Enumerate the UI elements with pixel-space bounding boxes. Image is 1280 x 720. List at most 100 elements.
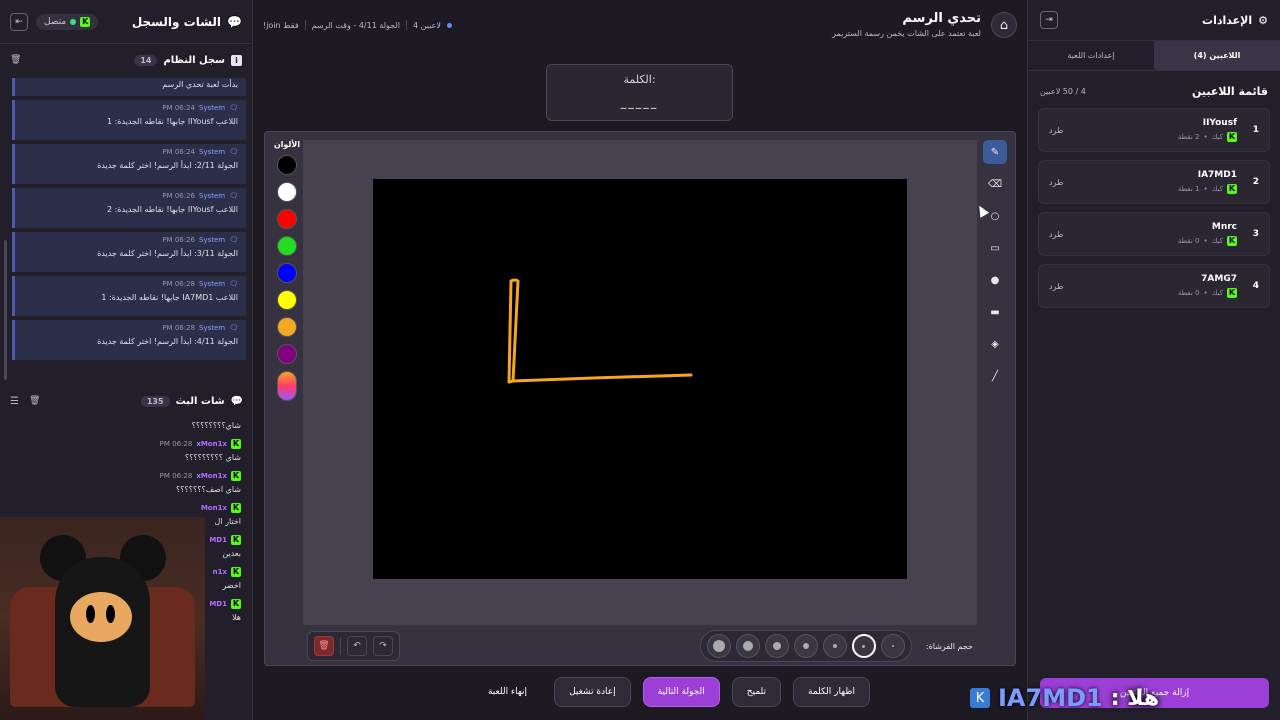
end-game-button[interactable]: إنهاء اللعبة [473, 677, 542, 707]
brush-size-5[interactable] [764, 634, 789, 658]
fill-bucket-icon[interactable]: ◈ [983, 332, 1007, 356]
brush-size-4[interactable] [793, 634, 818, 658]
brush-size-2[interactable] [851, 634, 876, 658]
game-title-block: تحدي الرسم لعبة تعتمد على الشات يخمن رسم… [832, 11, 981, 38]
player-row: 4 7AMG7 K كيك • 0 نقطة طرد [1038, 264, 1270, 308]
player-rank: 3 [1252, 229, 1259, 239]
log-user: System [199, 236, 226, 244]
players-list-count: 4 / 50 لاعبين [1040, 87, 1086, 96]
drawing-canvas[interactable] [373, 179, 907, 579]
player-name: 7AMG7 [1201, 274, 1237, 284]
brush-size-1[interactable] [880, 634, 905, 658]
color-swatch-3[interactable] [277, 209, 297, 229]
player-name: IA7MD1 [1197, 170, 1237, 180]
kick-player-button[interactable]: طرد [1049, 178, 1063, 187]
color-swatch-5[interactable] [277, 263, 297, 283]
system-log-title: سجل النظام [163, 54, 225, 66]
info-icon: i [231, 54, 242, 66]
chat-user[interactable]: xMon1x [196, 472, 227, 480]
list-item: 🗨 System 06:28 PM الجولة 4/11: ابدأ الرسم!… [12, 320, 246, 360]
trash-icon[interactable]: 🗑 [10, 55, 21, 65]
settings-tabs: اللاعبين (4) إعدادات اللعبة [1028, 41, 1280, 71]
stream-chat-header: 💬 شات البث 135 ☰ 🗑 [0, 385, 252, 417]
color-swatch-6[interactable] [277, 290, 297, 310]
kick-logo-icon: K [1227, 288, 1237, 298]
status-dot-icon [446, 22, 452, 28]
player-platform: كيك [1211, 133, 1223, 141]
log-text: الجولة 3/11: ابدأ الرسم! اختر كلمة جديدة [97, 249, 238, 258]
chat-user[interactable]: MD1 [209, 536, 227, 544]
restart-button[interactable]: إعادة تشغيل [554, 677, 631, 707]
log-user: System [199, 280, 226, 288]
color-swatch-7[interactable] [277, 317, 297, 337]
list-item: KxMon1x 06:28 PM شاي اصف؟؟؟؟؟؟؟ [0, 468, 252, 500]
kick-logo-icon: K [1227, 236, 1237, 246]
home-icon[interactable]: ⌂ [991, 12, 1017, 38]
brush-size-3[interactable] [822, 634, 847, 658]
chat-bubble-icon: 💬 [230, 395, 243, 407]
kick-player-button[interactable]: طرد [1049, 126, 1063, 135]
palette-title: الألوان [273, 140, 301, 149]
line-icon[interactable]: ╱ [983, 364, 1007, 388]
kick-player-button[interactable]: طرد [1049, 282, 1063, 291]
join-hint: !join فقط [263, 20, 299, 30]
player-points: 1 نقطة [1177, 185, 1200, 193]
word-blank: _____ [620, 96, 659, 109]
log-scrollbar[interactable] [4, 240, 7, 380]
overlay-handle: IA7MD1 [998, 684, 1103, 712]
eraser-icon[interactable]: ⌫ [983, 172, 1007, 196]
brush-size-7[interactable] [706, 634, 731, 658]
rectangle-filled-icon[interactable]: ▬ [983, 300, 1007, 324]
color-swatch-8[interactable] [277, 344, 297, 364]
webcam-face [70, 592, 132, 642]
chat-panel-header: 💬 الشات والسجل ⇤ متصل K [0, 0, 252, 44]
chat-user[interactable]: n1x [213, 568, 227, 576]
round-info: !join فقط الجولة 4/11 - وقت الرسم 4 لاعب… [263, 20, 452, 30]
brush-sizes [699, 630, 912, 662]
brush-size-6[interactable] [735, 634, 760, 658]
rectangle-outline-icon[interactable]: ▭ [983, 236, 1007, 260]
tab-game-settings[interactable]: إعدادات اللعبة [1028, 41, 1154, 70]
settings-header: ⚙ الإعدادات ⇥ [1028, 0, 1280, 41]
player-points: 2 نقطة [1177, 133, 1200, 141]
stream-chat-count: 135 [140, 395, 170, 407]
stream-chat-title: شات البث [175, 395, 225, 407]
color-swatch-1[interactable] [277, 155, 297, 175]
align-icon[interactable]: ☰ [10, 396, 19, 407]
chat-log-panel: 💬 الشات والسجل ⇤ متصل K i سجل النظام 14 … [0, 0, 253, 720]
player-points: 0 نقطة [1177, 289, 1200, 297]
color-swatch-2[interactable] [277, 182, 297, 202]
collapse-left-panel-icon[interactable]: ⇤ [10, 12, 28, 31]
collapse-right-panel-icon[interactable]: ⇥ [1040, 11, 1058, 29]
chat-bubble-icon: 💬 [227, 14, 242, 29]
next-round-button[interactable]: الجولة التالية [642, 677, 720, 707]
tab-players[interactable]: اللاعبين (4) [1154, 41, 1280, 70]
game-actions: اظهار الكلمة تلميح الجولة التالية إعادة … [420, 677, 870, 707]
custom-color-picker[interactable] [277, 371, 297, 401]
chat-user[interactable]: MD1 [209, 600, 227, 608]
log-user: System [199, 324, 226, 332]
word-box: الكلمة: _____ [546, 64, 733, 121]
pencil-icon[interactable]: ✎ [983, 140, 1007, 164]
list-item: KxMon1x 06:28 PM شاي ؟؟؟؟؟؟؟؟؟ [0, 436, 252, 468]
circle-filled-icon[interactable]: ● [983, 268, 1007, 292]
undo-icon[interactable]: ↶ [347, 636, 367, 656]
hint-button[interactable]: تلميح [731, 677, 782, 707]
word-label: الكلمة: [623, 73, 656, 86]
player-row: 2 IA7MD1 K كيك • 1 نقطة طرد [1038, 160, 1270, 204]
redo-icon[interactable]: ↷ [373, 636, 393, 656]
speaker-icon: 🗨 [229, 324, 238, 332]
color-swatch-4[interactable] [277, 236, 297, 256]
trash-icon[interactable]: 🗑 [29, 396, 40, 407]
reveal-word-button[interactable]: اظهار الكلمة [793, 677, 870, 707]
log-text: الجولة 2/11: ابدأ الرسم! اختر كلمة جديدة [97, 161, 238, 170]
kick-player-button[interactable]: طرد [1049, 230, 1063, 239]
speaker-icon: 🗨 [229, 104, 238, 112]
clear-canvas-icon[interactable]: 🗑 [314, 636, 334, 656]
chat-user[interactable]: xMon1x [196, 440, 227, 448]
chat-user[interactable]: Mon1x [201, 504, 227, 512]
system-log-count: 14 [134, 54, 158, 66]
settings-panel: ⚙ الإعدادات ⇥ اللاعبين (4) إعدادات اللعب… [1027, 0, 1280, 720]
overlay-greeting: هلا : [1110, 685, 1160, 711]
kick-logo-icon: K [80, 16, 91, 27]
